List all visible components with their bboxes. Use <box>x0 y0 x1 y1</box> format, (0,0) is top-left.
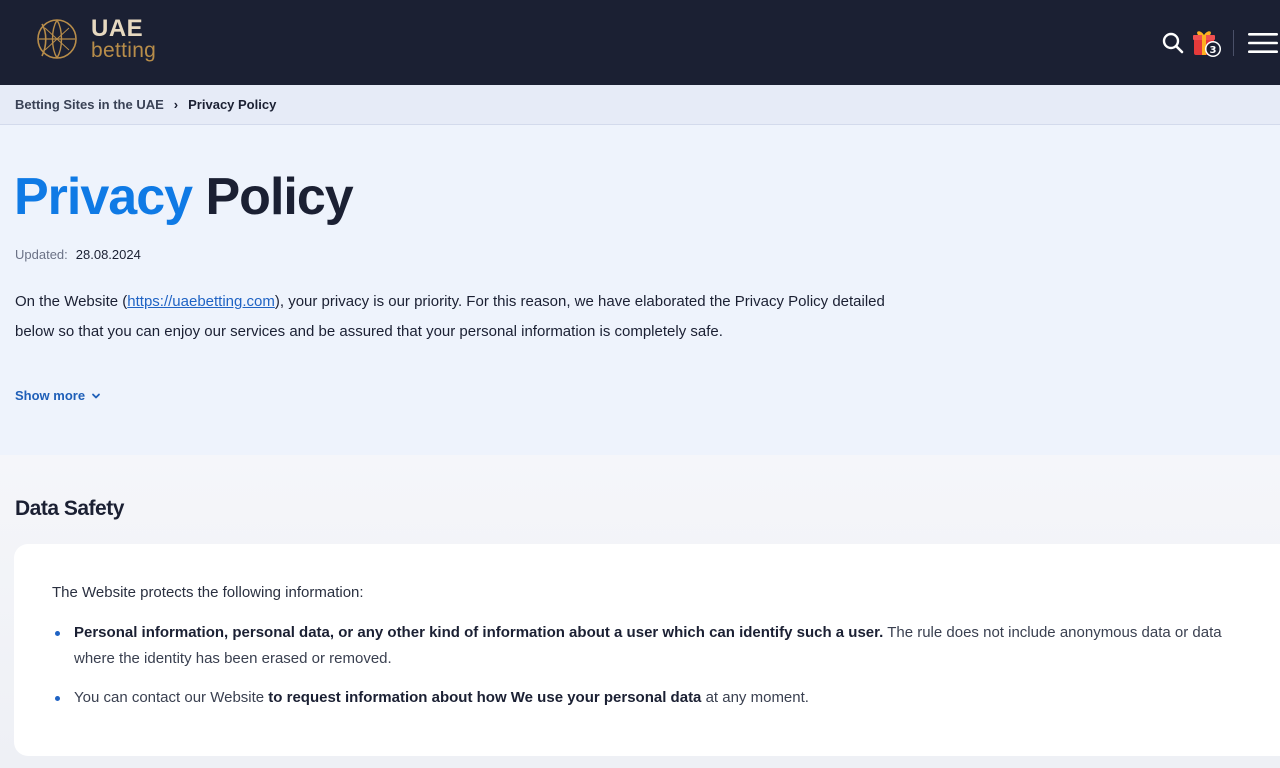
breadcrumb-current: Privacy Policy <box>188 97 277 112</box>
gift-button[interactable]: 3 <box>1191 27 1223 59</box>
search-icon <box>1162 32 1184 54</box>
site-logo[interactable]: UAE betting <box>33 16 156 62</box>
card-lead: The Website protects the following infor… <box>52 584 364 601</box>
show-more-button[interactable]: Show more <box>15 388 101 403</box>
data-safety-list: Personal information, personal data, or … <box>52 620 1242 724</box>
show-more-label: Show more <box>15 388 86 403</box>
list-item-text: at any moment. <box>701 689 809 706</box>
updated-date: 28.08.2024 <box>75 247 141 262</box>
list-item: You can contact our Website to request i… <box>52 685 1242 711</box>
breadcrumb-home-link[interactable]: Betting Sites in the UAE <box>15 97 164 112</box>
breadcrumb-bar: Betting Sites in the UAE › Privacy Polic… <box>0 85 1280 125</box>
data-safety-card: The Website protects the following infor… <box>14 544 1280 756</box>
header-divider <box>1233 30 1234 56</box>
menu-icon <box>1248 33 1278 53</box>
page-title-rest: Policy <box>205 168 354 226</box>
site-header: UAE betting 3 <box>0 0 1280 85</box>
intro-paragraph: On the Website (https://uaebetting.com),… <box>15 287 885 347</box>
logo-subtitle: betting <box>91 39 157 62</box>
logo-icon <box>37 19 77 59</box>
data-safety-section: Data Safety The Website protects the fol… <box>0 455 1280 768</box>
list-item: Personal information, personal data, or … <box>52 620 1242 672</box>
menu-button[interactable] <box>1248 30 1278 56</box>
list-item-text: You can contact our Website <box>74 689 269 706</box>
page-title: Privacy Policy <box>14 167 354 227</box>
chevron-down-icon <box>92 393 100 398</box>
intro-prefix: On the Website ( <box>15 293 128 310</box>
page-title-accent: Privacy <box>14 168 193 226</box>
gift-badge: 3 <box>1210 45 1217 56</box>
breadcrumb-separator: › <box>173 97 179 112</box>
hero-section: Privacy Policy Updated: 28.08.2024 On the… <box>0 125 1280 455</box>
search-button[interactable] <box>1160 30 1186 56</box>
list-item-bold: to request information about how We use … <box>268 689 702 706</box>
website-link[interactable]: https://uaebetting.com <box>127 293 275 310</box>
updated-info: Updated: 28.08.2024 <box>15 247 141 262</box>
logo-title: UAE <box>91 15 144 42</box>
breadcrumb: Betting Sites in the UAE › Privacy Polic… <box>15 97 276 112</box>
section-title: Data Safety <box>15 497 124 520</box>
gift-icon: 3 <box>1193 31 1221 57</box>
list-item-bold: Personal information, personal data, or … <box>74 624 884 641</box>
updated-label: Updated: <box>15 247 68 262</box>
